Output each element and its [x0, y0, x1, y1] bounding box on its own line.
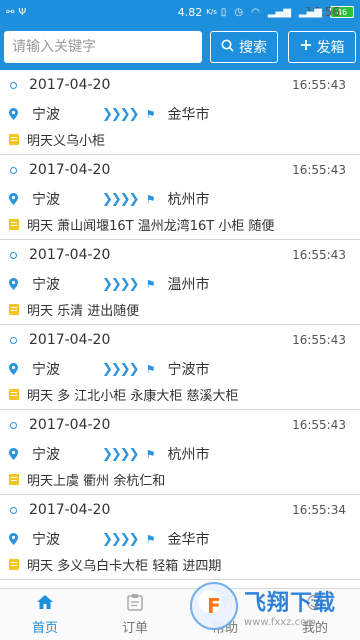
- home-icon: [36, 593, 54, 615]
- date-dot-icon: [10, 166, 17, 174]
- destination-flag-icon: ⚑: [145, 447, 156, 461]
- note-icon: [9, 218, 19, 230]
- alarm-icon: ◷: [234, 6, 244, 18]
- search-icon: [221, 39, 234, 56]
- location-pin-icon: [9, 363, 18, 375]
- route-arrows-icon: ❯❯❯❯: [102, 191, 140, 207]
- watermark-url: www.fxxz.com: [244, 616, 316, 628]
- order-time: 16:55:43: [292, 78, 346, 92]
- origin-city: 宁波: [32, 277, 60, 293]
- order-note: 明天 萧山闻堰16T 温州龙湾16T 小柜 随便: [27, 218, 275, 234]
- tab-home-label: 首页: [31, 621, 58, 636]
- order-note: 明天义乌小柜: [27, 133, 106, 149]
- destination-flag-icon: ⚑: [145, 277, 156, 291]
- origin-city: 宁波: [32, 532, 60, 548]
- destination-city: 杭州市: [167, 447, 210, 463]
- list-item[interactable]: 2017-04-20 16:55:43 宁波 ❯❯❯❯ ⚑ 宁波市 明天 多 江…: [0, 325, 360, 410]
- tab-home[interactable]: 首页: [0, 589, 90, 640]
- location-pin-icon: [9, 278, 18, 290]
- note-icon: [9, 303, 19, 315]
- status-bar: 16:56 ⚯ Ψ 4.82 K/s ▯ ◷ ◠ ▂▄▆ ▂▄▆ 46: [0, 0, 360, 24]
- search-header: 搜索 发箱: [0, 24, 360, 70]
- wifi-icon: ◠: [251, 6, 260, 18]
- route-arrows-icon: ❯❯❯❯: [102, 361, 140, 377]
- date-dot-icon: [10, 81, 17, 89]
- order-note: 明天 多 江北小柜 永康大柜 慈溪大柜: [27, 388, 239, 404]
- plus-icon: [300, 39, 312, 55]
- destination-city: 宁波市: [167, 362, 210, 378]
- origin-city: 宁波: [32, 107, 60, 123]
- list-item[interactable]: 2017-04-20 16:55:43 宁波 ❯❯❯❯ ⚑ 金华市 明天义乌小柜: [0, 70, 360, 155]
- debug-icon: Ψ: [18, 6, 27, 18]
- network-speed-unit: K/s: [206, 8, 217, 16]
- destination-flag-icon: ⚑: [145, 362, 156, 376]
- destination-city: 温州市: [167, 277, 210, 293]
- watermark-text: 飞翔下载: [244, 590, 337, 616]
- watermark-logo: F: [190, 582, 238, 630]
- note-icon: [9, 133, 19, 145]
- order-list: 2017-04-20 16:55:43 宁波 ❯❯❯❯ ⚑ 金华市 明天义乌小柜…: [0, 70, 360, 588]
- search-input[interactable]: [4, 31, 202, 63]
- destination-flag-icon: ⚑: [145, 532, 156, 546]
- list-item[interactable]: 2017-04-20 16:55:43 宁波 ❯❯❯❯ ⚑ 杭州市 明天 萧山闻…: [0, 155, 360, 240]
- post-button[interactable]: 发箱: [288, 31, 356, 63]
- network-speed: 4.82: [177, 5, 203, 19]
- list-item[interactable]: 2017-04-20 16:55:43 宁波 ❯❯❯❯ ⚑ 温州市 明天 乐清 …: [0, 240, 360, 325]
- order-time: 16:55:34: [292, 503, 346, 517]
- signal-2-icon: ▂▄▆: [298, 6, 322, 18]
- tab-orders[interactable]: 订单: [90, 589, 180, 640]
- date-dot-icon: [10, 421, 17, 429]
- order-date: 2017-04-20: [29, 77, 111, 93]
- route-arrows-icon: ❯❯❯❯: [102, 531, 140, 547]
- route-arrows-icon: ❯❯❯❯: [102, 106, 140, 122]
- date-dot-icon: [10, 336, 17, 344]
- list-item[interactable]: 2017-04-20 16:55:43 宁波 ❯❯❯❯ ⚑ 杭州市 明天上虞 衢…: [0, 410, 360, 495]
- location-pin-icon: [9, 448, 18, 460]
- order-note: 明天 多义乌白卡大柜 轻箱 进四期: [27, 558, 222, 574]
- usb-icon: ⚯: [6, 6, 15, 18]
- order-note: 明天 乐清 进出随便: [27, 303, 140, 319]
- post-button-label: 发箱: [316, 40, 345, 56]
- route-arrows-icon: ❯❯❯❯: [102, 446, 140, 462]
- location-pin-icon: [9, 108, 18, 120]
- location-pin-icon: [9, 193, 18, 205]
- route-arrows-icon: ❯❯❯❯: [102, 276, 140, 292]
- search-button-label: 搜索: [239, 40, 267, 56]
- order-date: 2017-04-20: [29, 332, 111, 348]
- origin-city: 宁波: [32, 192, 60, 208]
- order-time: 16:55:43: [292, 418, 346, 432]
- signal-icon: ▂▄▆: [267, 6, 291, 18]
- order-date: 2017-04-20: [29, 162, 111, 178]
- destination-city: 金华市: [167, 532, 210, 548]
- note-icon: [9, 473, 19, 485]
- order-date: 2017-04-20: [29, 417, 111, 433]
- tab-orders-label: 订单: [121, 621, 148, 636]
- note-icon: [9, 558, 19, 570]
- search-button[interactable]: 搜索: [210, 31, 278, 63]
- order-note: 明天上虞 衢州 余杭仁和: [27, 473, 166, 489]
- destination-city: 金华市: [167, 107, 210, 123]
- destination-flag-icon: ⚑: [145, 192, 156, 206]
- destination-city: 杭州市: [167, 192, 210, 208]
- order-time: 16:55:43: [292, 248, 346, 262]
- date-dot-icon: [10, 251, 17, 259]
- order-time: 16:55:43: [292, 163, 346, 177]
- date-dot-icon: [10, 506, 17, 514]
- note-icon: [9, 388, 19, 400]
- watermark: F 飞翔下载 www.fxxz.com: [190, 572, 360, 640]
- order-date: 2017-04-20: [29, 502, 111, 518]
- order-date: 2017-04-20: [29, 247, 111, 263]
- list-item[interactable]: 2017-04-20 16:55:34 宁波 ❯❯❯❯ ⚑ 金华市 明天 多义乌…: [0, 495, 360, 580]
- clipboard-icon: [127, 593, 143, 615]
- vibrate-icon: ▯: [220, 6, 227, 18]
- origin-city: 宁波: [32, 447, 60, 463]
- destination-flag-icon: ⚑: [145, 107, 156, 121]
- order-time: 16:55:43: [292, 333, 346, 347]
- location-pin-icon: [9, 533, 18, 545]
- origin-city: 宁波: [32, 362, 60, 378]
